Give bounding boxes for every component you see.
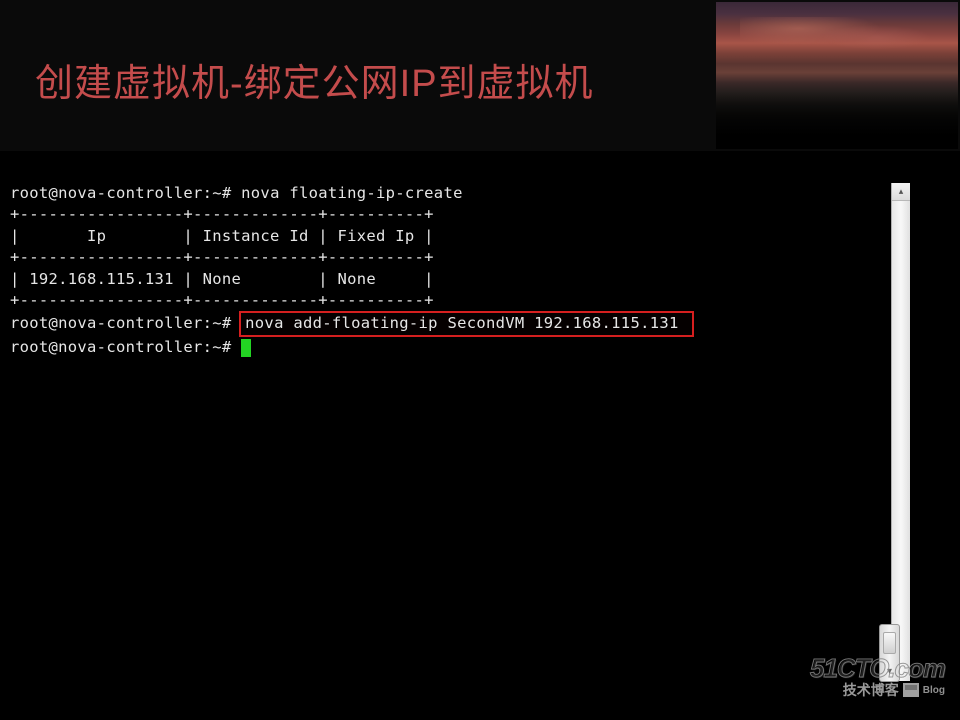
terminal-output[interactable]: root@nova-controller:~# nova floating-ip… (10, 183, 891, 681)
terminal-cursor (241, 339, 251, 357)
table-header-row: | Ip | Instance Id | Fixed Ip | (10, 227, 434, 245)
prompt: root@nova-controller:~# (10, 314, 232, 332)
command-text: nova floating-ip-create (241, 184, 463, 202)
prompt: root@nova-controller:~# (10, 338, 232, 356)
watermark: 51CTO.com 技术博客 Blog (810, 653, 945, 700)
scrollbar-track[interactable] (892, 201, 910, 681)
highlighted-command: nova add-floating-ip SecondVM 192.168.11… (239, 311, 694, 336)
table-border: +-----------------+-------------+-------… (10, 248, 434, 266)
slide-header: 创建虚拟机-绑定公网IP到虚拟机 (0, 0, 960, 151)
terminal-window: root@nova-controller:~# nova floating-ip… (10, 183, 910, 681)
scroll-thumb[interactable] (883, 632, 896, 654)
table-row: | 192.168.115.131 | None | None | (10, 270, 434, 288)
scrollbar-up-arrow-icon[interactable]: ▴ (892, 183, 910, 201)
blog-icon (903, 683, 919, 697)
header-sunset-image (716, 2, 958, 149)
watermark-en: Blog (923, 685, 945, 696)
table-border: +-----------------+-------------+-------… (10, 205, 434, 223)
command-text: nova add-floating-ip SecondVM 192.168.11… (245, 314, 678, 332)
slide-title: 创建虚拟机-绑定公网IP到虚拟机 (35, 52, 594, 107)
table-border: +-----------------+-------------+-------… (10, 291, 434, 309)
scrollbar[interactable]: ▴ (891, 183, 910, 681)
watermark-cn: 技术博客 (843, 680, 899, 700)
prompt: root@nova-controller:~# (10, 184, 232, 202)
